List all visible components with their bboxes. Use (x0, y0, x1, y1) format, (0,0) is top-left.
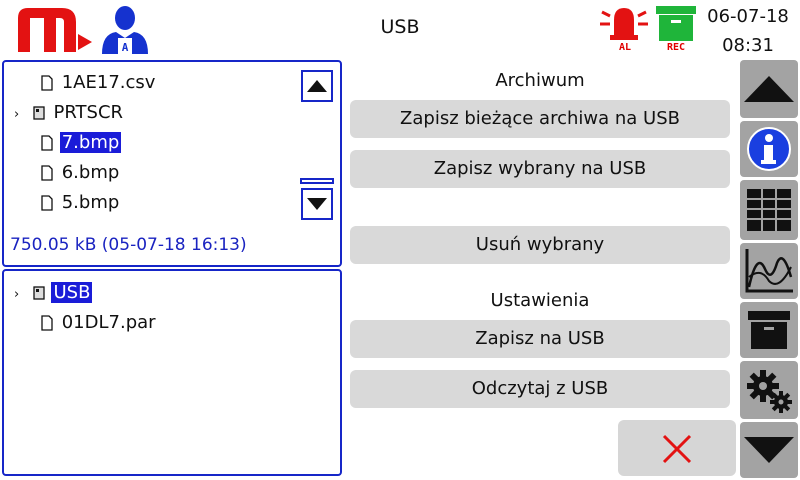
file-name: 01DL7.par (61, 312, 156, 333)
scrollbar-thumb[interactable] (300, 178, 334, 184)
settings-section-title: Ustawienia (490, 290, 590, 311)
arrow-up-icon (307, 80, 327, 92)
toolbar-down-button[interactable] (740, 422, 798, 478)
logo-m-icon (18, 8, 92, 52)
save-to-usb-button[interactable]: Zapisz na USB (350, 320, 730, 358)
user-button[interactable]: A (100, 4, 150, 54)
folder-icon (33, 106, 45, 120)
list-item[interactable]: 01DL7.par (40, 310, 158, 336)
file-icon (41, 195, 53, 211)
archive-rec-icon (656, 6, 696, 41)
list-item[interactable]: › PRTSCR (14, 100, 125, 126)
chevron-right-icon[interactable]: › (14, 102, 26, 128)
folder-name: PRTSCR (53, 102, 124, 123)
rec-badge: REC (666, 42, 686, 53)
rec-indicator[interactable] (655, 4, 697, 44)
file-name: 5.bmp (61, 192, 120, 213)
close-icon (662, 434, 692, 464)
page-title: USB (380, 16, 420, 38)
list-item[interactable]: 5.bmp (40, 190, 121, 216)
chevron-right-icon[interactable]: › (14, 282, 26, 308)
toolbar-up-button[interactable] (740, 60, 798, 118)
read-from-usb-button[interactable]: Odczytaj z USB (350, 370, 730, 408)
svg-text:A: A (122, 41, 129, 54)
archive-section-title: Archiwum (495, 70, 585, 91)
arrow-down-icon (744, 437, 794, 463)
time-display: 08:31 (722, 35, 774, 56)
table-icon (747, 189, 791, 231)
file-icon (41, 75, 53, 91)
list-item[interactable]: 7.bmp (40, 130, 122, 156)
info-button[interactable] (740, 121, 798, 177)
chart-icon (745, 249, 793, 293)
alarm-badge: AL (618, 42, 632, 53)
table-view-button[interactable] (740, 180, 798, 240)
scroll-down-button[interactable] (301, 188, 333, 220)
arrow-down-icon (307, 198, 327, 210)
date-display: 06-07-18 (707, 6, 789, 27)
list-item[interactable]: 1AE17.csv (40, 70, 157, 96)
list-item[interactable]: › USB (14, 280, 93, 308)
file-name: 1AE17.csv (61, 72, 156, 93)
folder-name: USB (51, 282, 93, 303)
logo (14, 4, 94, 54)
delete-selected-button[interactable]: Usuń wybrany (350, 226, 730, 264)
archive-icon (748, 311, 790, 349)
archive-button[interactable] (740, 302, 798, 358)
save-selected-button[interactable]: Zapisz wybrany na USB (350, 150, 730, 188)
chart-view-button[interactable] (740, 243, 798, 299)
info-icon (747, 127, 791, 171)
file-icon (41, 165, 53, 181)
save-current-archives-button[interactable]: Zapisz bieżące archiwa na USB (350, 100, 730, 138)
file-icon (41, 135, 53, 151)
scroll-up-button[interactable] (301, 70, 333, 102)
alarm-icon (600, 8, 648, 40)
file-info: 750.05 kB (05-07-18 16:13) (10, 235, 247, 255)
gear-icon (747, 370, 792, 413)
file-name: 6.bmp (61, 162, 120, 183)
list-item[interactable]: 6.bmp (40, 160, 121, 186)
file-icon (41, 315, 53, 331)
user-icon: A (102, 6, 148, 54)
file-name: 7.bmp (59, 132, 122, 153)
cancel-button[interactable] (618, 420, 736, 476)
settings-button[interactable] (740, 361, 798, 419)
arrow-up-icon (744, 76, 794, 102)
usb-drive-icon (33, 286, 45, 300)
